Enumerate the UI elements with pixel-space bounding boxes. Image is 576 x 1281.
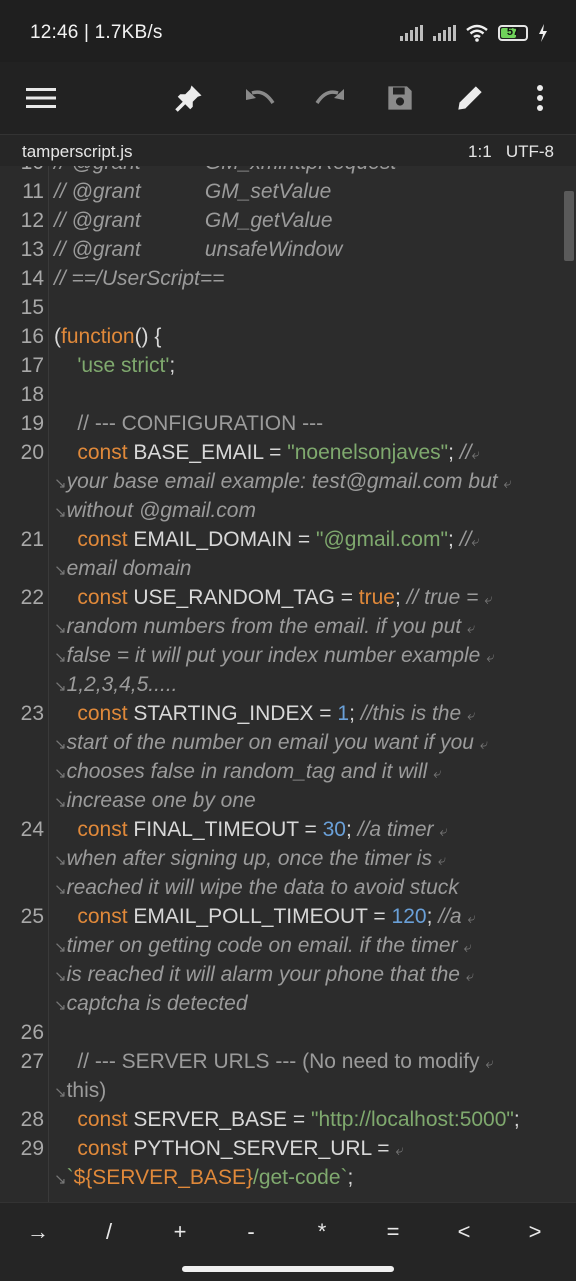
code-line: const BASE_EMAIL = "noenelsonjaves"; //⤶ (77, 441, 480, 464)
code-line-wrap: ↘`${SERVER_BASE}/get-code`; (54, 1166, 354, 1189)
code-line-wrap: ↘random numbers from the email. if you p… (54, 615, 476, 638)
code-line: (function() { (54, 325, 162, 348)
save-icon (388, 86, 412, 110)
file-name: tamperscript.js (22, 142, 133, 161)
line-number: 21 (20, 528, 44, 551)
code-line-wrap: ↘is reached it will alarm your phone tha… (54, 963, 475, 986)
home-indicator[interactable] (182, 1266, 394, 1272)
code-line: // @grant GM_xmlhttpRequest (54, 166, 396, 175)
undo-icon (246, 89, 275, 104)
line-number: 26 (20, 1021, 44, 1044)
line-number: 13 (20, 238, 44, 261)
code-line-wrap: ↘1,2,3,4,5..... (54, 673, 178, 696)
code-line-wrap: ↘your base email example: test@gmail.com… (54, 470, 512, 493)
line-number: 24 (20, 818, 44, 841)
key-plus[interactable]: + (150, 1219, 210, 1245)
code-line-wrap: ↘increase one by one (54, 789, 256, 812)
cursor-position: 1:1 (468, 142, 492, 161)
code-line: // @grant GM_getValue (54, 209, 333, 232)
line-number-gutter (0, 166, 49, 1202)
code-line-wrap: ↘timer on getting code on email. if the … (54, 934, 472, 957)
code-line: const EMAIL_POLL_TIMEOUT = 120; //a ⤶ (77, 905, 476, 928)
line-number: 12 (20, 209, 44, 232)
code-line-wrap: ↘start of the number on email you want i… (54, 731, 489, 754)
line-number: 17 (20, 354, 44, 377)
key-arrow[interactable]: → (8, 1219, 68, 1245)
code-line: const SERVER_BASE = "http://localhost:50… (77, 1108, 520, 1131)
line-number: 16 (20, 325, 44, 348)
save-button[interactable] (374, 72, 426, 124)
status-time-speed: 12:46 | 1.7KB/s (30, 22, 163, 43)
code-line: // --- CONFIGURATION --- (54, 412, 324, 435)
redo-button[interactable] (304, 72, 356, 124)
code-line-wrap: ↘chooses false in random_tag and it will… (54, 760, 442, 783)
code-line-wrap: ↘false = it will put your index number e… (54, 644, 495, 667)
scrollbar-thumb[interactable] (564, 191, 574, 261)
more-button[interactable] (514, 72, 566, 124)
code-line: // ==/UserScript== (54, 267, 225, 290)
line-number: 15 (20, 296, 44, 319)
charging-icon (539, 24, 547, 42)
line-number: 29 (20, 1137, 44, 1160)
signal-icon (400, 25, 423, 41)
line-number: 18 (20, 383, 44, 406)
editor-toolbar (0, 62, 576, 134)
code-editor[interactable]: 10 // @grant GM_xmlhttpRequest 11 // @gr… (0, 166, 576, 1202)
pencil-icon (458, 86, 482, 110)
key-equals[interactable]: = (363, 1219, 423, 1245)
redo-icon (315, 89, 344, 104)
code-line: const PYTHON_SERVER_URL = ⤶ (77, 1137, 404, 1160)
code-line-wrap: ↘this) (54, 1079, 107, 1102)
line-number: 20 (20, 441, 44, 464)
key-slash[interactable]: / (79, 1219, 139, 1245)
code-line: const USE_RANDOM_TAG = true; // true = ⤶ (77, 586, 493, 609)
line-number: 11 (22, 180, 44, 203)
code-line: 'use strict'; (77, 354, 176, 377)
line-number: 19 (20, 412, 44, 435)
code-line: const EMAIL_DOMAIN = "@gmail.com"; //⤶ (77, 528, 480, 551)
pin-button[interactable] (163, 72, 215, 124)
code-line: const FINAL_TIMEOUT = 30; //a timer ⤶ (77, 818, 448, 841)
menu-button[interactable] (15, 72, 67, 124)
line-number: 14 (20, 267, 44, 290)
code-line: // @grant GM_setValue (54, 180, 332, 203)
line-number: 27 (20, 1050, 44, 1073)
menu-icon (26, 88, 56, 108)
line-number: 10 (0, 166, 44, 175)
file-encoding: UTF-8 (505, 142, 554, 161)
code-line: // @grant unsafeWindow (54, 238, 343, 261)
cursor-encoding: 1:1 UTF-8 (468, 142, 554, 162)
undo-button[interactable] (234, 72, 286, 124)
line-number: 22 (20, 586, 44, 609)
battery-level: 57 (506, 26, 520, 38)
key-asterisk[interactable]: * (292, 1219, 352, 1245)
signal-icon (433, 25, 456, 41)
status-bar: 12:46 | 1.7KB/s 57 (0, 0, 576, 62)
key-greater-than[interactable]: > (505, 1219, 565, 1245)
code-line-wrap: ↘reached it will wipe the data to avoid … (54, 876, 459, 899)
key-less-than[interactable]: < (434, 1219, 494, 1245)
code-line-wrap: ↘email domain (54, 557, 192, 580)
code-line-wrap: ↘captcha is detected (54, 992, 248, 1015)
code-line-wrap: ↘when after signing up, once the timer i… (54, 847, 447, 870)
code-line-wrap: ↘without @gmail.com (54, 499, 256, 522)
wifi-icon (466, 24, 488, 42)
line-number: 23 (20, 702, 44, 725)
file-info-bar: tamperscript.js 1:1 UTF-8 (0, 134, 576, 167)
edit-button[interactable] (444, 72, 496, 124)
status-icons: 57 (400, 22, 548, 44)
more-vert-icon (537, 85, 543, 111)
key-minus[interactable]: - (221, 1219, 281, 1245)
pin-icon (175, 85, 202, 112)
line-number: 28 (20, 1108, 44, 1131)
code-line: // --- SERVER URLS --- (No need to modif… (54, 1050, 494, 1073)
code-line: const STARTING_INDEX = 1; //this is the … (77, 702, 476, 725)
battery-icon: 57 (498, 25, 528, 41)
line-number: 25 (20, 905, 44, 928)
